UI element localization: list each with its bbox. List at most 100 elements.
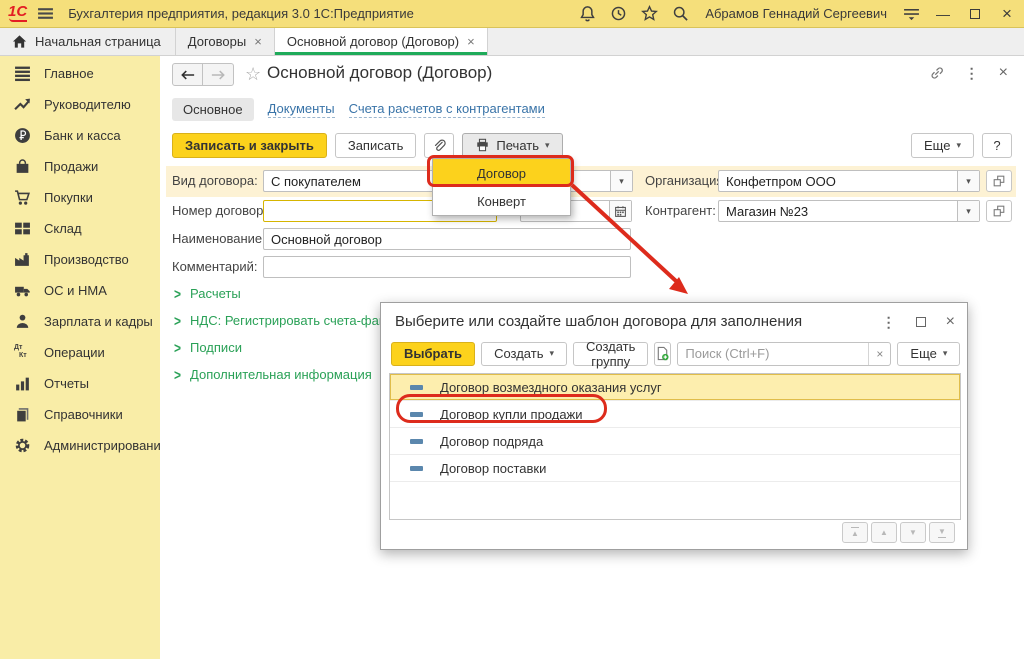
tab-scheta-raschetov[interactable]: Счета расчетов с контрагентами <box>349 101 545 118</box>
list-item-podryada[interactable]: Договор подряда <box>390 428 960 455</box>
forward-arrow-icon <box>211 69 225 81</box>
more-actions-icon[interactable]: ⋮ <box>965 65 979 82</box>
select-button[interactable]: Выбрать <box>391 342 475 366</box>
minimize-button[interactable]: — <box>934 6 952 22</box>
current-user-name[interactable]: Абрамов Геннадий Сергеевич <box>705 6 887 21</box>
counterparty-open-button[interactable] <box>986 200 1012 222</box>
list-item-vozmezdnogo[interactable]: Договор возмездного оказания услуг <box>390 374 960 401</box>
chevron-right-icon: > <box>174 285 181 303</box>
list-item-label: Договор возмездного оказания услуг <box>440 380 662 395</box>
favorites-star-icon[interactable] <box>641 5 658 22</box>
ruble-coin-icon <box>14 127 31 144</box>
sidebar-item-proizvodstvo[interactable]: Производство <box>0 244 160 275</box>
go-first-button[interactable]: ▲ <box>842 522 868 543</box>
window-close-button[interactable]: × <box>998 4 1016 24</box>
comment-input[interactable] <box>263 256 631 278</box>
list-item-label: Договор подряда <box>440 434 543 449</box>
history-icon[interactable] <box>610 5 627 22</box>
more-button[interactable]: Еще ▾ <box>911 133 974 158</box>
sidebar-item-administrirovanie[interactable]: Администрирование <box>0 430 160 461</box>
go-up-button[interactable]: ▲ <box>871 522 897 543</box>
go-down-button[interactable]: ▼ <box>900 522 926 543</box>
sidebar-item-os-i-nma[interactable]: ОС и НМА <box>0 275 160 306</box>
sidebar-item-label: Склад <box>44 221 82 236</box>
name-input[interactable] <box>263 228 631 250</box>
section-nds[interactable]: >НДС: Регистрировать счета-фактур <box>174 313 404 328</box>
tab-osnovnoy-dogovor[interactable]: Основной договор (Договор) × <box>275 28 488 55</box>
sidebar-item-bank-i-kassa[interactable]: Банк и касса <box>0 120 160 151</box>
dialog-more-icon[interactable]: ⋮ <box>882 314 896 331</box>
sidebar-item-rukovoditelyu[interactable]: Руководителю <box>0 89 160 120</box>
list-item-postavki[interactable]: Договор поставки <box>390 455 960 482</box>
notifications-bell-icon[interactable] <box>579 5 596 22</box>
sidebar-item-otchety[interactable]: Отчеты <box>0 368 160 399</box>
1c-logo: 1С <box>8 5 27 22</box>
sidebar-item-glavnoe[interactable]: Главное <box>0 58 160 89</box>
dropdown-arrow-icon[interactable]: ▾ <box>957 171 979 191</box>
dropdown-arrow-icon[interactable]: ▾ <box>610 171 632 191</box>
organization-combobox[interactable]: Конфетпром ООО ▾ <box>718 170 980 192</box>
forward-button[interactable] <box>203 63 234 86</box>
organization-open-button[interactable] <box>986 170 1012 192</box>
counterparty-combobox[interactable]: Магазин №23 ▾ <box>718 200 980 222</box>
trend-chart-icon <box>14 96 31 113</box>
sidebar-item-operacii[interactable]: ДтКт Операции <box>0 337 160 368</box>
print-menu-item-dogovor[interactable]: Договор <box>433 159 570 187</box>
sidebar-item-pokupki[interactable]: Покупки <box>0 182 160 213</box>
section-dop-informaciya[interactable]: >Дополнительная информация <box>174 367 372 382</box>
maximize-button[interactable] <box>966 6 984 22</box>
tab-close-icon[interactable]: × <box>254 34 262 49</box>
create-group-button[interactable]: Создать группу <box>573 342 648 366</box>
get-link-icon[interactable] <box>929 65 945 81</box>
home-tab[interactable]: Начальная страница <box>0 28 176 55</box>
sidebar-item-label: Руководителю <box>44 97 131 112</box>
tab-dogovory[interactable]: Договоры × <box>176 28 275 55</box>
favorite-star-icon[interactable]: ☆ <box>245 64 261 85</box>
tab-osnovnoe[interactable]: Основное <box>172 98 254 121</box>
calendar-icon[interactable] <box>609 201 631 221</box>
bar-chart-icon <box>14 375 31 392</box>
create-button[interactable]: Создать ▾ <box>481 342 567 366</box>
save-button[interactable]: Записать <box>335 133 417 158</box>
print-button-label: Печать <box>496 138 539 153</box>
sidebar-item-label: Главное <box>44 66 94 81</box>
back-button[interactable] <box>172 63 203 86</box>
search-field[interactable]: × <box>677 342 891 366</box>
dialog-more-button[interactable]: Еще ▾ <box>897 342 960 366</box>
dropdown-arrow-icon[interactable]: ▾ <box>957 201 979 221</box>
form-close-icon[interactable]: × <box>999 64 1008 82</box>
load-template-button[interactable] <box>654 342 671 366</box>
sidebar-item-label: Администрирование <box>44 438 168 453</box>
help-button[interactable]: ? <box>982 133 1012 158</box>
section-raschety[interactable]: > Расчеты <box>174 286 241 301</box>
main-menu-icon[interactable] <box>37 5 54 22</box>
sidebar-item-spravochniki[interactable]: Справочники <box>0 399 160 430</box>
dialog-maximize-icon[interactable] <box>916 315 926 330</box>
search-icon[interactable] <box>672 5 689 22</box>
dt-kt-icon: ДтКт <box>14 344 31 361</box>
section-label: Расчеты <box>190 286 241 301</box>
print-menu-item-konvert[interactable]: Конверт <box>433 187 570 215</box>
sidebar-item-sklad[interactable]: Склад <box>0 213 160 244</box>
clear-search-icon[interactable]: × <box>868 343 890 365</box>
list-item-kupli-prodazhi[interactable]: Договор купли продажи <box>390 401 960 428</box>
save-and-close-button[interactable]: Записать и закрыть <box>172 133 327 158</box>
service-settings-icon[interactable] <box>903 5 920 22</box>
tab-close-icon[interactable]: × <box>467 34 475 49</box>
tab-label: Основной договор (Договор) <box>287 34 459 49</box>
sidebar-item-label: Производство <box>44 252 129 267</box>
section-podpisi[interactable]: >Подписи <box>174 340 242 355</box>
item-dash-icon <box>410 439 423 444</box>
sidebar-item-label: Отчеты <box>44 376 89 391</box>
sidebar-item-zarplata-i-kadry[interactable]: Зарплата и кадры <box>0 306 160 337</box>
attachments-button[interactable] <box>424 133 454 158</box>
print-button[interactable]: Печать ▾ <box>462 133 562 158</box>
form-header: ☆ Основной договор (Договор) ⋮ × <box>160 62 1024 88</box>
dialog-close-icon[interactable]: × <box>946 313 955 331</box>
search-input[interactable] <box>678 346 868 361</box>
tab-dokumenty[interactable]: Документы <box>268 101 335 118</box>
section-label: НДС: Регистрировать счета-фактур <box>190 313 404 328</box>
sidebar-item-prodazhi[interactable]: Продажи <box>0 151 160 182</box>
app-window: 1С Бухгалтерия предприятия, редакция 3.0… <box>0 0 1024 659</box>
go-last-button[interactable]: ▼ <box>929 522 955 543</box>
